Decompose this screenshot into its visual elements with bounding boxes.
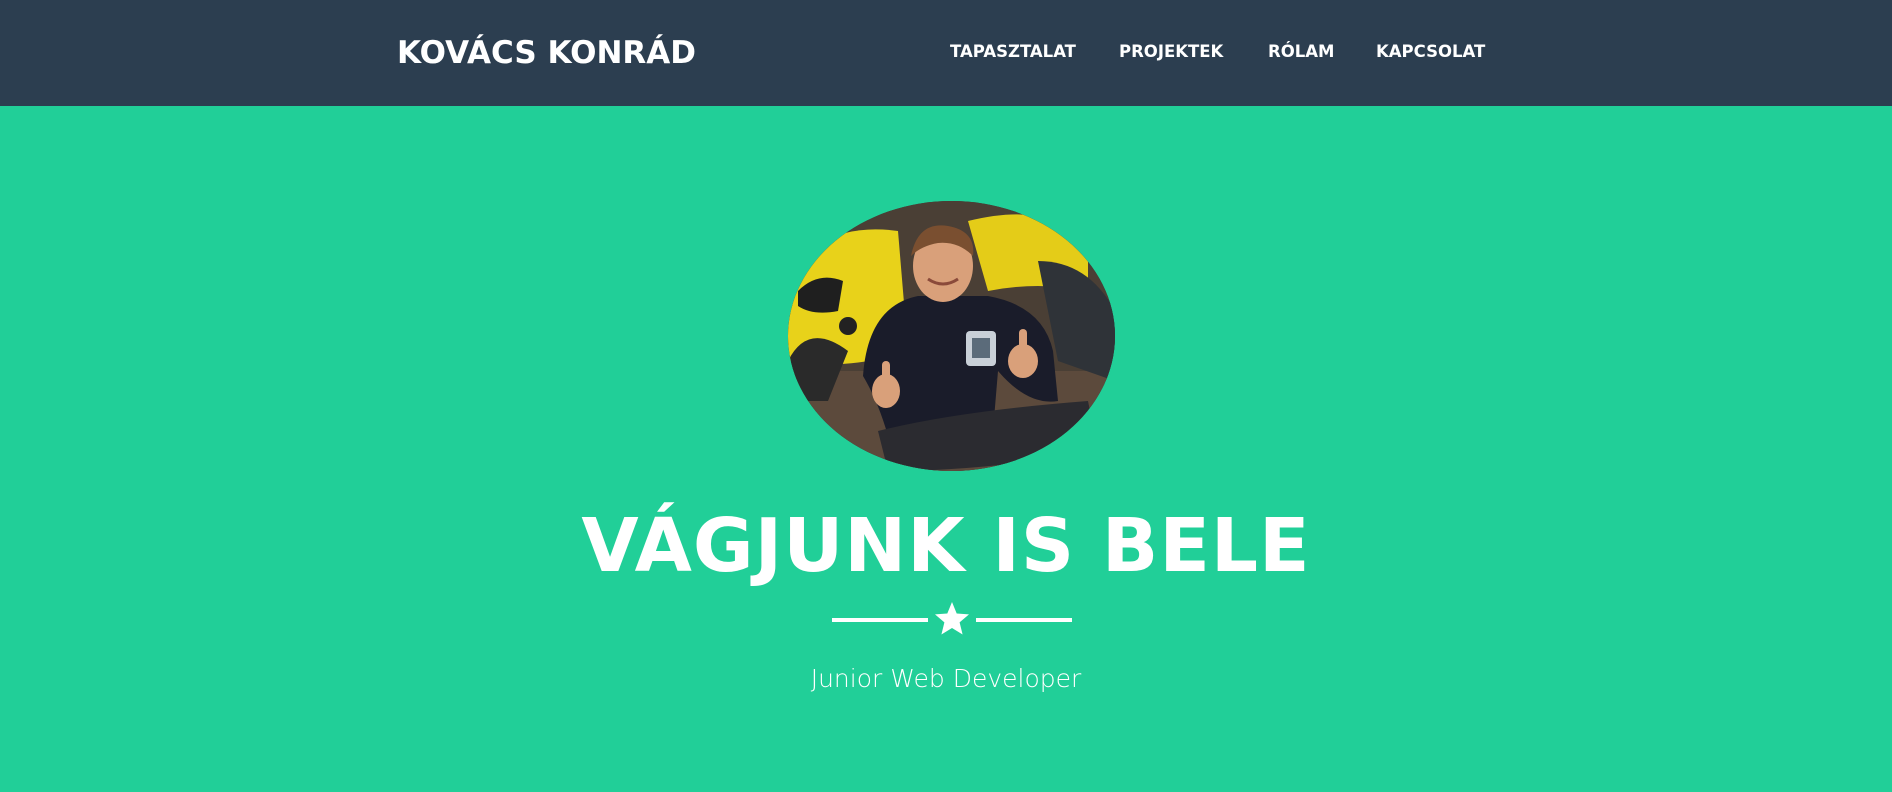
nav-link-kapcsolat[interactable]: KAPCSOLAT bbox=[1376, 40, 1485, 64]
divider-line-right bbox=[976, 618, 1072, 622]
nav-link-rolam[interactable]: RÓLAM bbox=[1268, 40, 1334, 64]
divider-line-left bbox=[832, 618, 928, 622]
navbar: KOVÁCS KONRÁD TAPASZTALAT PROJEKTEK RÓLA… bbox=[0, 0, 1892, 106]
hero-subtitle: Junior Web Developer bbox=[810, 664, 1082, 693]
star-divider bbox=[832, 600, 1072, 640]
star-icon bbox=[935, 602, 969, 635]
avatar bbox=[788, 201, 1115, 471]
nav-link-projektek[interactable]: PROJEKTEK bbox=[1119, 40, 1223, 64]
hero-headline: VÁGJUNK IS BELE bbox=[581, 503, 1311, 589]
hero-section: VÁGJUNK IS BELE Junior Web Developer bbox=[0, 106, 1892, 792]
nav-link-tapasztalat[interactable]: TAPASZTALAT bbox=[950, 40, 1076, 64]
avatar-photo bbox=[788, 201, 1115, 471]
brand-link[interactable]: KOVÁCS KONRÁD bbox=[397, 31, 696, 75]
